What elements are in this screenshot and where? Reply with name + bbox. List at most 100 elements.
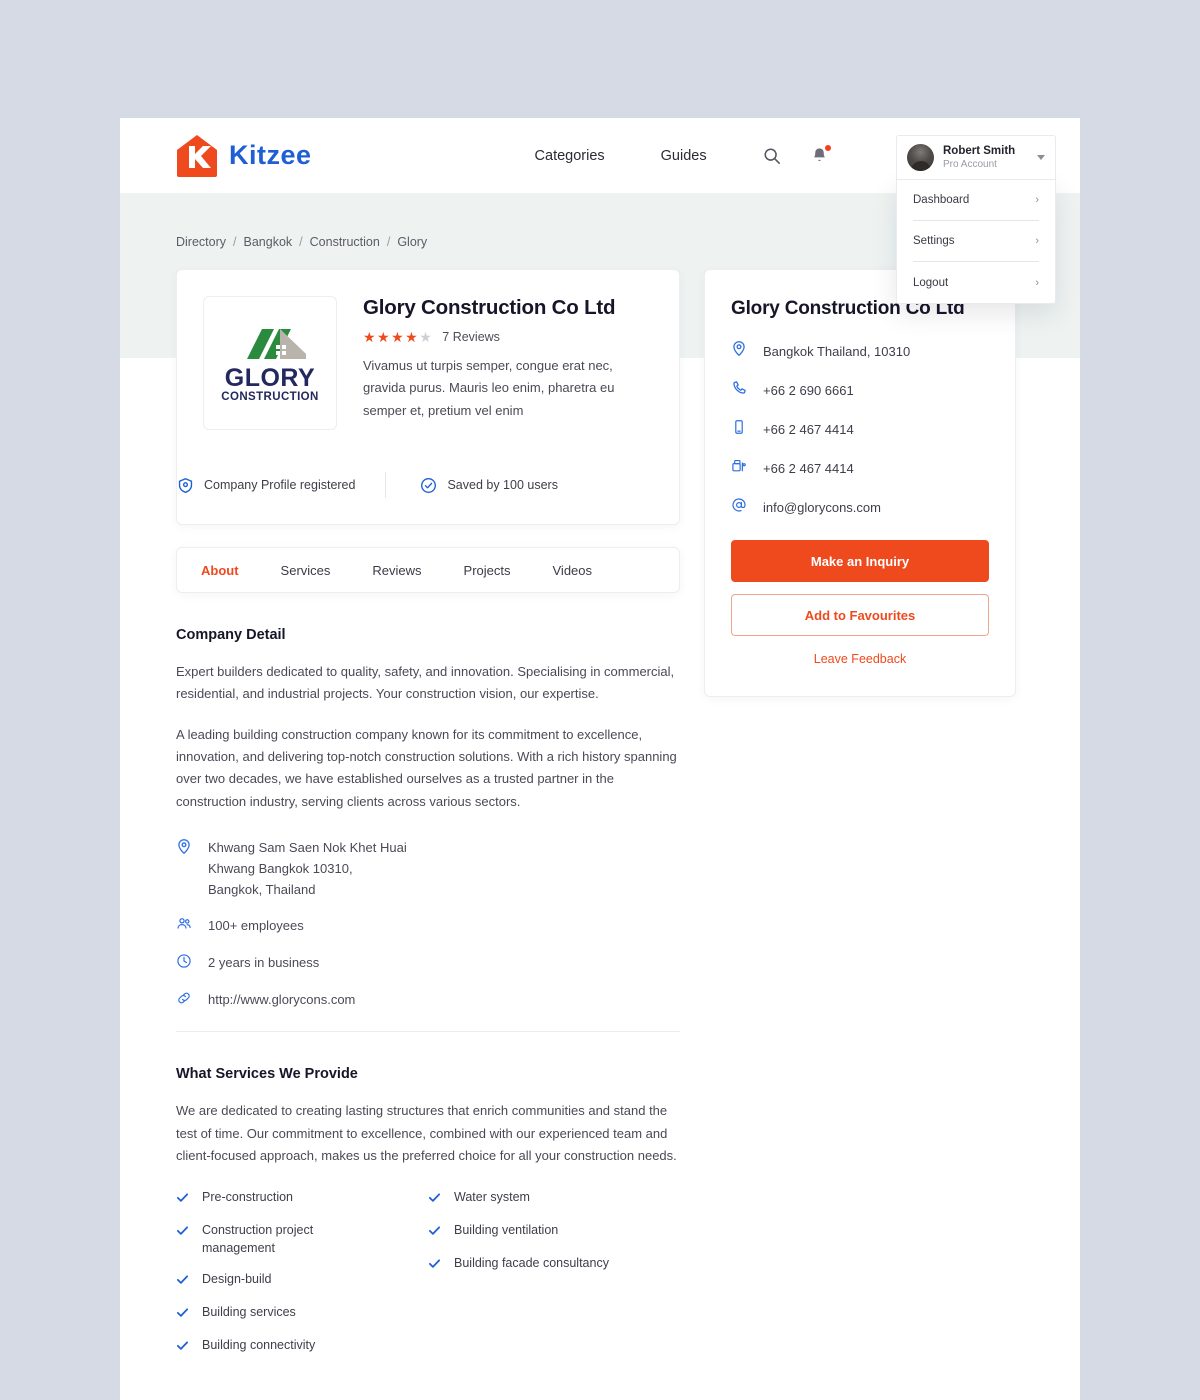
location-pin-icon	[731, 340, 749, 362]
search-icon	[764, 147, 780, 164]
kitzee-house-mark-icon	[177, 134, 217, 177]
menu-item-label: Settings	[913, 235, 955, 247]
company-logo: GLORY CONSTRUCTION	[203, 296, 337, 430]
leave-feedback-link[interactable]: Leave Feedback	[731, 652, 989, 666]
glory-construction-logo-icon: GLORY CONSTRUCTION	[221, 329, 318, 403]
add-to-favourites-button[interactable]: Add to Favourites	[731, 594, 989, 636]
info-text[interactable]: http://www.glorycons.com	[208, 989, 355, 1010]
link-icon	[176, 989, 194, 1011]
service-label: Pre-construction	[202, 1190, 294, 1205]
rating: ★★★★★ 7 Reviews	[363, 330, 653, 344]
chevron-down-icon	[1037, 155, 1045, 160]
services-list: Pre-construction Construction project ma…	[176, 1189, 680, 1370]
user-subtitle: Pro Account	[943, 158, 997, 170]
services-section: What Services We Provide We are dedicate…	[176, 1032, 680, 1400]
company-description: Vivamus ut turpis semper, congue erat ne…	[363, 358, 615, 418]
chevron-right-icon: ›	[1035, 194, 1039, 206]
tab-services[interactable]: Services	[260, 563, 352, 578]
service-item: Building facade consultancy	[428, 1255, 680, 1275]
check-icon	[176, 1304, 190, 1324]
service-item: Building ventilation	[428, 1222, 680, 1242]
breadcrumb-separator: /	[386, 235, 391, 249]
badge-saved-by-users: Saved by 100 users	[420, 477, 558, 494]
user-meta: Robert Smith Pro Account	[943, 145, 1028, 171]
info-row-website: http://www.glorycons.com	[176, 989, 680, 1011]
info-text: 2 years in business	[208, 955, 320, 971]
contact-text[interactable]: +66 2 467 4414	[763, 422, 854, 437]
company-profile-card: GLORY CONSTRUCTION Glory Construction Co…	[176, 269, 680, 525]
service-item: Water system	[428, 1189, 680, 1209]
menu-item-label: Logout	[913, 276, 949, 289]
section-heading-services: What Services We Provide	[176, 1066, 358, 1083]
search-button[interactable]	[755, 139, 789, 173]
breadcrumb-item-construction[interactable]: Construction	[310, 235, 380, 249]
breadcrumb-separator: /	[233, 235, 237, 249]
menu-item-settings[interactable]: Settings ›	[913, 221, 1039, 262]
chevron-right-icon: ›	[1035, 235, 1039, 247]
badge-divider	[385, 472, 387, 498]
service-label: Water system	[454, 1190, 530, 1205]
profile-tabs: About Services Reviews Projects Videos	[176, 547, 680, 593]
services-column-1: Pre-construction Construction project ma…	[176, 1189, 428, 1370]
service-item: Pre-construction	[176, 1189, 428, 1209]
services-intro: We are dedicated to creating lasting str…	[176, 1103, 677, 1164]
breadcrumb-item-bangkok[interactable]: Bangkok	[244, 235, 293, 249]
two-column-layout: GLORY CONSTRUCTION Glory Construction Co…	[176, 269, 1024, 1400]
service-label: Building services	[202, 1304, 296, 1319]
phone-icon	[731, 380, 749, 401]
nav-link-categories[interactable]: Categories	[507, 148, 633, 164]
profile-header: GLORY CONSTRUCTION Glory Construction Co…	[177, 270, 679, 430]
breadcrumb-item-glory[interactable]: Glory	[397, 235, 427, 249]
service-label: Design-build	[202, 1271, 272, 1286]
contact-row-phone: +66 2 690 6661	[731, 380, 989, 401]
users-icon	[176, 915, 194, 937]
info-text: Khwang Sam Saen Nok Khet Huai Khwang Ban…	[208, 840, 407, 898]
info-row-employees: 100+ employees	[176, 915, 680, 937]
sidebar-column: Glory Construction Co Ltd Bangkok Thaila…	[704, 269, 1016, 697]
service-item: Design-build	[176, 1271, 428, 1291]
check-icon	[428, 1255, 442, 1275]
avatar	[907, 144, 934, 171]
badge-label: Company Profile registered	[204, 478, 356, 492]
check-circle-icon	[421, 477, 437, 493]
brand-wordmark: Kitzee	[229, 140, 312, 170]
contact-text[interactable]: +66 2 690 6661	[763, 383, 854, 398]
menu-item-logout[interactable]: Logout ›	[913, 262, 1039, 303]
shield-check-icon	[178, 477, 193, 493]
info-row-years: 2 years in business	[176, 952, 680, 974]
make-inquiry-button[interactable]: Make an Inquiry	[731, 540, 989, 582]
check-icon	[176, 1271, 190, 1291]
brand-logo[interactable]: Kitzee	[176, 134, 312, 178]
menu-item-dashboard[interactable]: Dashboard ›	[913, 180, 1039, 221]
contact-text[interactable]: +66 2 467 4414	[763, 461, 854, 476]
menu-item-label: Dashboard	[913, 194, 970, 206]
user-dropdown-menu: Dashboard › Settings › Logout ›	[896, 180, 1056, 304]
contact-text[interactable]: info@glorycons.com	[763, 500, 881, 515]
location-pin-icon	[176, 837, 194, 860]
info-text: 100+ employees	[208, 918, 304, 934]
svg-text:CONSTRUCTION: CONSTRUCTION	[221, 391, 318, 403]
contact-row-address: Bangkok Thailand, 10310	[731, 340, 989, 362]
breadcrumb-item-directory[interactable]: Directory	[176, 235, 226, 249]
service-item: Construction project management	[176, 1222, 428, 1258]
company-detail-paragraph-2: A leading building construction company …	[176, 726, 677, 809]
notifications-button[interactable]	[803, 139, 837, 173]
tab-projects[interactable]: Projects	[443, 563, 532, 578]
contact-text: Bangkok Thailand, 10310	[763, 343, 911, 359]
check-icon	[428, 1189, 442, 1209]
svg-text:GLORY: GLORY	[225, 364, 315, 392]
services-column-2: Water system Building ventilation Buildi…	[428, 1189, 680, 1370]
check-icon	[176, 1222, 190, 1242]
reviews-count[interactable]: 7 Reviews	[442, 330, 500, 344]
main-column: GLORY CONSTRUCTION Glory Construction Co…	[176, 269, 680, 1400]
info-row-address: Khwang Sam Saen Nok Khet Huai Khwang Ban…	[176, 837, 680, 900]
check-icon	[428, 1222, 442, 1242]
tab-reviews[interactable]: Reviews	[351, 563, 442, 578]
tab-videos[interactable]: Videos	[532, 563, 614, 578]
nav-link-guides[interactable]: Guides	[633, 148, 735, 164]
user-chip-button[interactable]: Robert Smith Pro Account	[896, 135, 1056, 180]
tab-about[interactable]: About	[201, 563, 260, 578]
user-menu: Robert Smith Pro Account Dashboard › Set…	[896, 135, 1056, 304]
company-info-list: Khwang Sam Saen Nok Khet Huai Khwang Ban…	[176, 837, 680, 1011]
at-email-icon	[731, 497, 749, 518]
